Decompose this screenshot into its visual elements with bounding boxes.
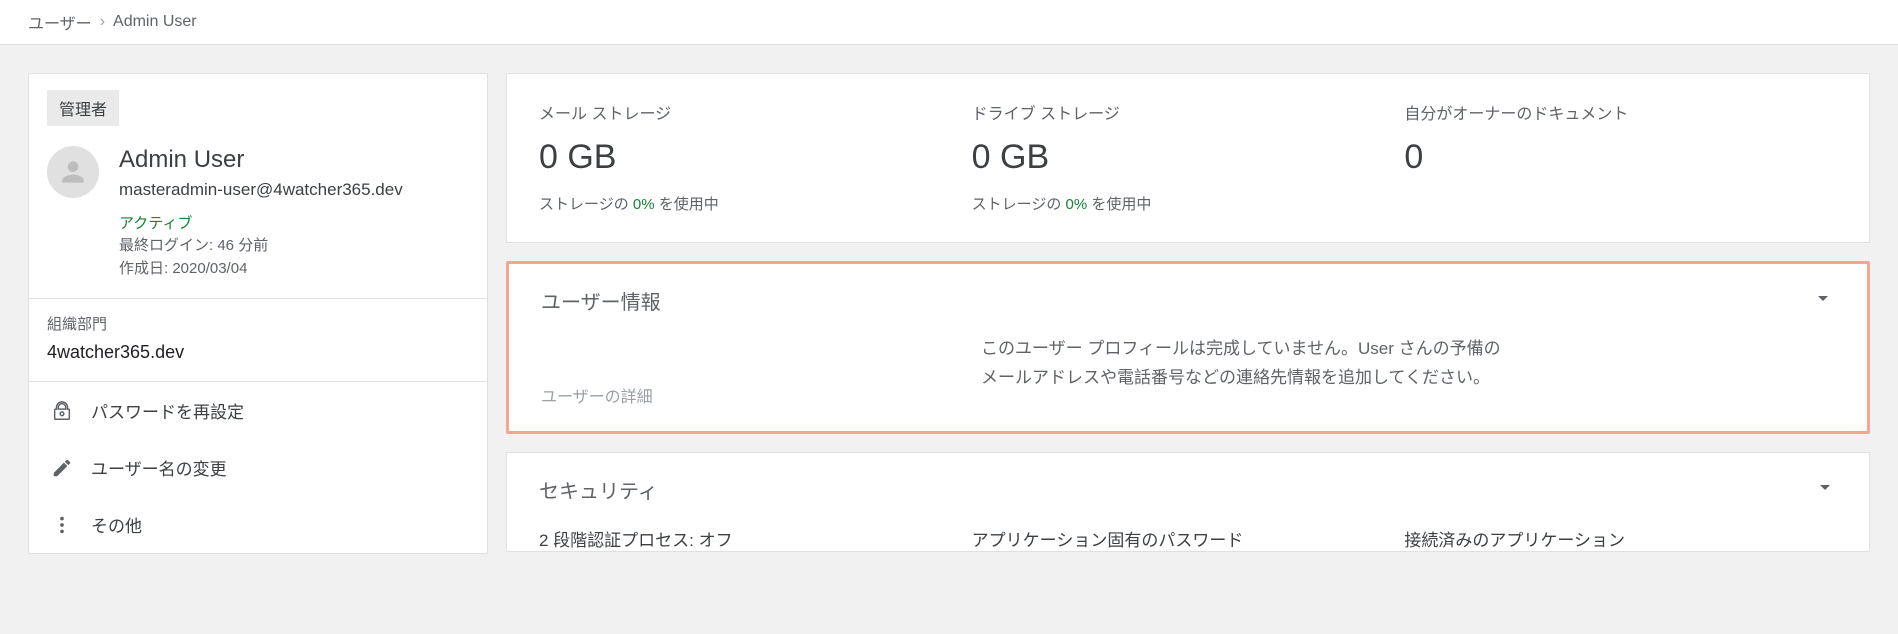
chevron-down-icon[interactable] (1811, 286, 1835, 315)
stat-subtext: ストレージの 0% を使用中 (972, 193, 1405, 214)
user-status: アクティブ (119, 212, 403, 233)
person-icon (57, 156, 89, 188)
connected-apps: 接続済みのアプリケーション (1404, 526, 1837, 551)
stat-drive-storage: ドライブ ストレージ 0 GB ストレージの 0% を使用中 (972, 100, 1405, 214)
stat-label: 自分がオーナーのドキュメント (1404, 100, 1837, 124)
lock-reset-icon (51, 400, 73, 422)
user-display-name: Admin User (119, 146, 403, 174)
user-summary-card: 管理者 Admin User masteradmin-user@4watcher… (28, 73, 488, 554)
breadcrumb: ユーザー › Admin User (0, 0, 1898, 45)
rename-user-button[interactable]: ユーザー名の変更 (29, 439, 487, 496)
breadcrumb-current: Admin User (113, 13, 197, 31)
chevron-right-icon: › (100, 13, 105, 31)
user-details-link[interactable]: ユーザーの詳細 (541, 383, 981, 407)
security-panel[interactable]: セキュリティ 2 段階認証プロセス: オフ アプリケーション固有のパスワード 接… (506, 452, 1870, 552)
breadcrumb-root[interactable]: ユーザー (28, 10, 92, 34)
stat-label: メール ストレージ (539, 100, 972, 124)
panel-title: ユーザー情報 (541, 286, 661, 315)
profile-incomplete-message: このユーザー プロフィールは完成していません。User さんの予備のメールアドレ… (981, 335, 1501, 393)
two-step-verification: 2 段階認証プロセス: オフ (539, 526, 972, 551)
avatar (47, 146, 99, 198)
panel-title: セキュリティ (539, 475, 658, 504)
stat-subtext: ストレージの 0% を使用中 (539, 193, 972, 214)
stat-value: 0 GB (539, 138, 972, 177)
more-actions-button[interactable]: その他 (29, 496, 487, 553)
pencil-icon (51, 457, 73, 479)
stat-label: ドライブ ストレージ (972, 100, 1405, 124)
org-unit-value: 4watcher365.dev (47, 342, 469, 363)
created-date: 作成日: 2020/03/04 (119, 258, 403, 281)
action-label: パスワードを再設定 (91, 398, 244, 423)
last-login: 最終ログイン: 46 分前 (119, 235, 403, 258)
user-email: masteradmin-user@4watcher365.dev (119, 180, 403, 200)
reset-password-button[interactable]: パスワードを再設定 (29, 382, 487, 439)
action-label: ユーザー名の変更 (91, 455, 227, 480)
stat-owner-docs: 自分がオーナーのドキュメント 0 (1404, 100, 1837, 214)
stat-mail-storage: メール ストレージ 0 GB ストレージの 0% を使用中 (539, 100, 972, 214)
action-label: その他 (91, 512, 142, 537)
org-unit-label: 組織部門 (47, 313, 469, 334)
stat-value: 0 (1404, 138, 1837, 177)
stat-value: 0 GB (972, 138, 1405, 177)
admin-badge: 管理者 (47, 90, 119, 126)
more-vert-icon (51, 514, 73, 536)
chevron-down-icon[interactable] (1813, 475, 1837, 504)
app-specific-passwords: アプリケーション固有のパスワード (972, 526, 1405, 551)
storage-stats-card: メール ストレージ 0 GB ストレージの 0% を使用中 ドライブ ストレージ… (506, 73, 1870, 243)
user-info-panel[interactable]: ユーザー情報 ユーザーの詳細 このユーザー プロフィールは完成していません。Us… (506, 261, 1870, 434)
